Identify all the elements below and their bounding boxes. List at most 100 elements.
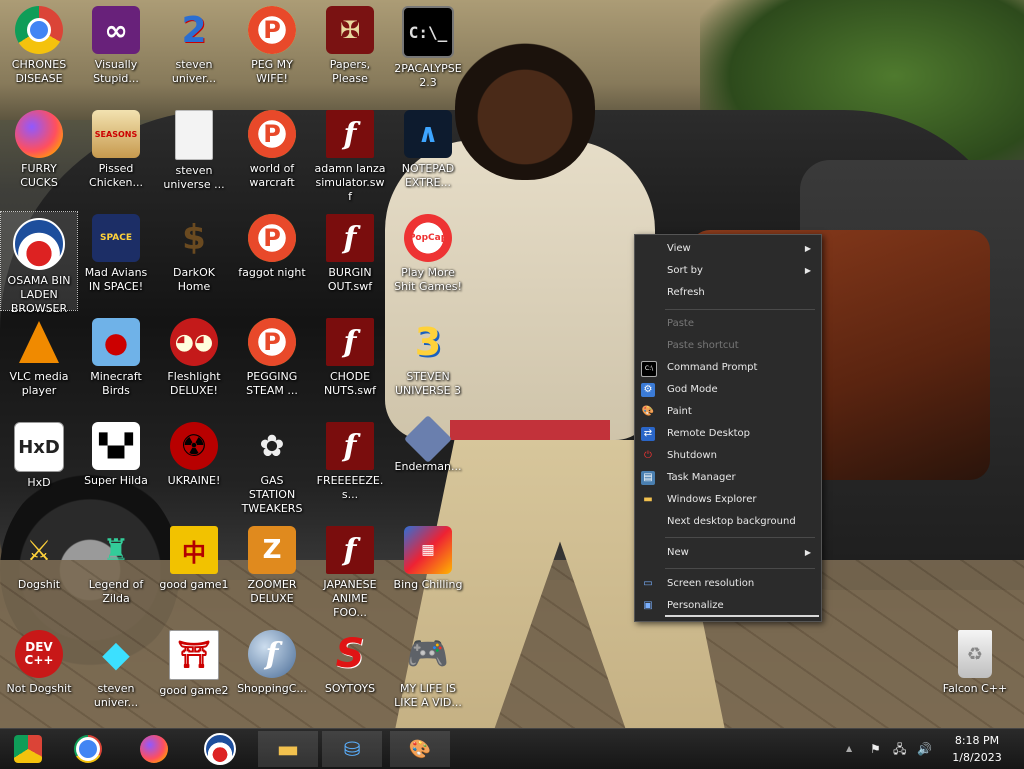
desktop-icon-faggot-night[interactable]: P faggot night: [234, 208, 310, 308]
desktop-icon-label: CHODE NUTS.swf: [323, 370, 377, 397]
desktop-icon-good-game1[interactable]: 中 good game1: [156, 520, 232, 620]
volume-icon[interactable]: 🔊: [917, 729, 932, 769]
flash-file-icon: f: [326, 526, 374, 574]
desktop-icon-shopping[interactable]: f ShoppingC...: [234, 624, 310, 724]
peggle-nights-icon: P: [248, 214, 296, 262]
taskbar-paint[interactable]: 🎨: [390, 731, 450, 767]
menu-item-screen-resolution[interactable]: ▭ Screen resolution: [635, 573, 821, 595]
remote-desktop-icon: ⇄: [641, 427, 655, 441]
steven-universe-2-icon: 2: [181, 9, 207, 51]
menu-item-paint[interactable]: 🎨 Paint: [635, 401, 821, 423]
desktop-icon-super-hilda[interactable]: ▚▞ Super Hilda: [78, 416, 154, 516]
menu-item-view[interactable]: View ▶: [635, 238, 821, 260]
desktop-icon-notepad-extreme[interactable]: ∧ NOTEPAD EXTRE...: [390, 104, 466, 204]
desktop-icon-label: Mad Avians IN SPACE!: [84, 266, 148, 293]
desktop-icon-good-game2[interactable]: ⛩ good game2: [156, 624, 232, 724]
desktop-icon-world-of-warcraft[interactable]: P world of warcraft: [234, 104, 310, 204]
desktop-icon-zoomer-deluxe[interactable]: Z ZOOMER DELUXE: [234, 520, 310, 620]
desktop-icon-mad-avians[interactable]: SPACE Mad Avians IN SPACE!: [78, 208, 154, 308]
desktop-icon-osama-browser[interactable]: OSAMA BIN LADEN BROWSER: [0, 211, 78, 315]
desktop-icon-enderman[interactable]: Enderman...: [390, 414, 466, 516]
desktop-icon-label: STEVEN UNIVERSE 3: [394, 370, 462, 397]
desktop-icon-soytoys[interactable]: S SOYTOYS: [312, 624, 388, 724]
taskbar-file-explorer[interactable]: ▬: [258, 731, 318, 767]
desktop-icon-fleshlight-deluxe[interactable]: ◕◕ Fleshlight DELUXE!: [156, 312, 232, 412]
desktop-icon-burgin-out-swf[interactable]: f BURGIN OUT.swf: [312, 208, 388, 308]
action-center-flag-icon[interactable]: ⚑: [870, 729, 881, 769]
personalize-icon: ▣: [643, 600, 653, 611]
show-desktop-button[interactable]: [1010, 729, 1024, 769]
menu-item-windows-explorer[interactable]: ▬ Windows Explorer: [635, 489, 821, 511]
desktop-icon-darkok-home[interactable]: $ DarkOK Home: [156, 208, 232, 308]
menu-item-paste-shortcut[interactable]: Paste shortcut: [635, 335, 821, 357]
task-manager-icon: ▤: [641, 471, 655, 485]
menu-item-paste[interactable]: Paste: [635, 313, 821, 335]
menu-item-remote-desktop[interactable]: ⇄ Remote Desktop: [635, 423, 821, 445]
taskbar-firefox[interactable]: [124, 731, 184, 767]
desktop-icon-label: Dogshit: [17, 578, 61, 591]
menu-item-label: Personalize: [667, 600, 724, 611]
number-three-icon: 3: [414, 320, 442, 364]
desktop-icon-hxd[interactable]: HxD HxD: [1, 416, 77, 516]
command-prompt-icon: C:\_: [402, 6, 454, 58]
desktop-icon-papers-please[interactable]: ✠ Papers, Please: [312, 0, 388, 100]
desktop-icon-japanese-anime[interactable]: f JAPANESE ANIME FOO...: [312, 520, 388, 620]
money-bag-icon: $: [182, 218, 206, 258]
wallpaper-person-belt: [450, 420, 610, 440]
desktop-icon-peg-my-wife[interactable]: P PEG MY WIFE!: [234, 0, 310, 100]
flash-player-icon: f: [248, 630, 296, 678]
desktop-icon-pissed-chicken[interactable]: SEASONS Pissed Chicken...: [78, 104, 154, 204]
desktop-icon-steven-universe-file[interactable]: steven universe ...: [156, 104, 232, 204]
menu-item-task-manager[interactable]: ▤ Task Manager: [635, 467, 821, 489]
menu-item-new[interactable]: New ▶: [635, 542, 821, 564]
desktop-icon-dogshit[interactable]: ⚔ Dogshit: [1, 520, 77, 620]
desktop-icon-legend-of-zilda[interactable]: ♜ Legend of Zilda: [78, 520, 154, 620]
menu-item-label: Shutdown: [667, 450, 717, 461]
menu-item-god-mode[interactable]: ⚙ God Mode: [635, 379, 821, 401]
desktop-icon-bing-chilling[interactable]: ▦ Bing Chilling: [390, 520, 466, 620]
desktop-icon-vlc[interactable]: VLC media player: [1, 312, 77, 412]
menu-item-label: Command Prompt: [667, 362, 758, 373]
desktop-icon-my-life-is-like-a-video[interactable]: 🎮 MY LIFE IS LIKE A VID...: [390, 624, 466, 724]
desktop-icon-label: Papers, Please: [329, 58, 371, 85]
start-button[interactable]: [0, 731, 56, 767]
desktop-icon-steven-universe-diamond[interactable]: ◆ steven univer...: [78, 624, 154, 724]
taskbar-chrome[interactable]: [58, 731, 118, 767]
desktop-icon-label: VLC media player: [9, 370, 69, 397]
menu-item-label: Windows Explorer: [667, 494, 757, 505]
desktop-icon-freeeeeze-swf[interactable]: f FREEEEEZE.s...: [312, 416, 388, 516]
desktop-icon-chode-nuts-swf[interactable]: f CHODE NUTS.swf: [312, 312, 388, 412]
network-icon[interactable]: 🖧: [893, 729, 906, 769]
menu-item-sort-by[interactable]: Sort by ▶: [635, 260, 821, 282]
desktop-icon-visually-stupid[interactable]: ∞ Visually Stupid...: [78, 0, 154, 100]
desktop-icon-falcon-cpp[interactable]: ♻ Falcon C++: [937, 624, 1013, 724]
desktop-icon-gas-station-tweakers[interactable]: ✿ GAS STATION TWEAKERS: [234, 416, 310, 516]
menu-item-shutdown[interactable]: ⏻ Shutdown: [635, 445, 821, 467]
menu-item-command-prompt[interactable]: C:\ Command Prompt: [635, 357, 821, 379]
desktop-icon-pegging-steam[interactable]: P PEGGING STEAM ...: [234, 312, 310, 412]
desktop-icon-steven-universe-2[interactable]: 2 steven univer...: [156, 0, 232, 100]
menu-item-personalize[interactable]: ▣ Personalize: [635, 595, 821, 617]
taskbar-obama-browser[interactable]: [190, 731, 250, 767]
taskbar-network-app[interactable]: ⛁: [322, 731, 382, 767]
desktop-icon-furry-cucks[interactable]: FURRY CUCKS: [1, 104, 77, 204]
taskbar-clock[interactable]: 8:18 PM 1/8/2023: [944, 732, 1010, 766]
desktop-icon-not-dogshit[interactable]: DEV C++ Not Dogshit: [1, 624, 77, 724]
desktop-icon-play-more-games[interactable]: PopCap Play More Shit Games!: [390, 208, 466, 308]
desktop-icon-label: steven univer...: [171, 58, 217, 85]
notepad-icon: ∧: [404, 110, 452, 158]
show-hidden-icons-chevron[interactable]: ▲: [846, 729, 852, 769]
desktop-icon-chrones-disease[interactable]: CHRONES DISEASE: [1, 0, 77, 100]
desktop-icon-adamn-lanza-swf[interactable]: f adamn lanza simulator.swf: [312, 104, 388, 204]
firefox-icon: [15, 110, 63, 158]
desktop-icon-label: Pissed Chicken...: [89, 162, 143, 189]
desktop-icon-steven-universe-3[interactable]: 3 STEVEN UNIVERSE 3: [390, 312, 466, 412]
taskbar: ▬ ⛁ 🎨 ▲ ⚑ 🖧 🔊 8:18 PM 1/8/2023: [0, 728, 1024, 769]
desktop-icon-minecraft-birds[interactable]: ● Minecraft Birds: [78, 312, 154, 412]
desktop-icon-2pacalypse[interactable]: C:\_ 2PACALYPSE 2.3: [390, 0, 466, 100]
start-icon: [14, 735, 42, 763]
menu-item-next-desktop-background[interactable]: Next desktop background: [635, 511, 821, 533]
desktop-icon-ukraine[interactable]: ☢ UKRAINE!: [156, 416, 232, 516]
torii-gate-icon: ⛩: [169, 630, 219, 680]
menu-item-refresh[interactable]: Refresh: [635, 282, 821, 304]
